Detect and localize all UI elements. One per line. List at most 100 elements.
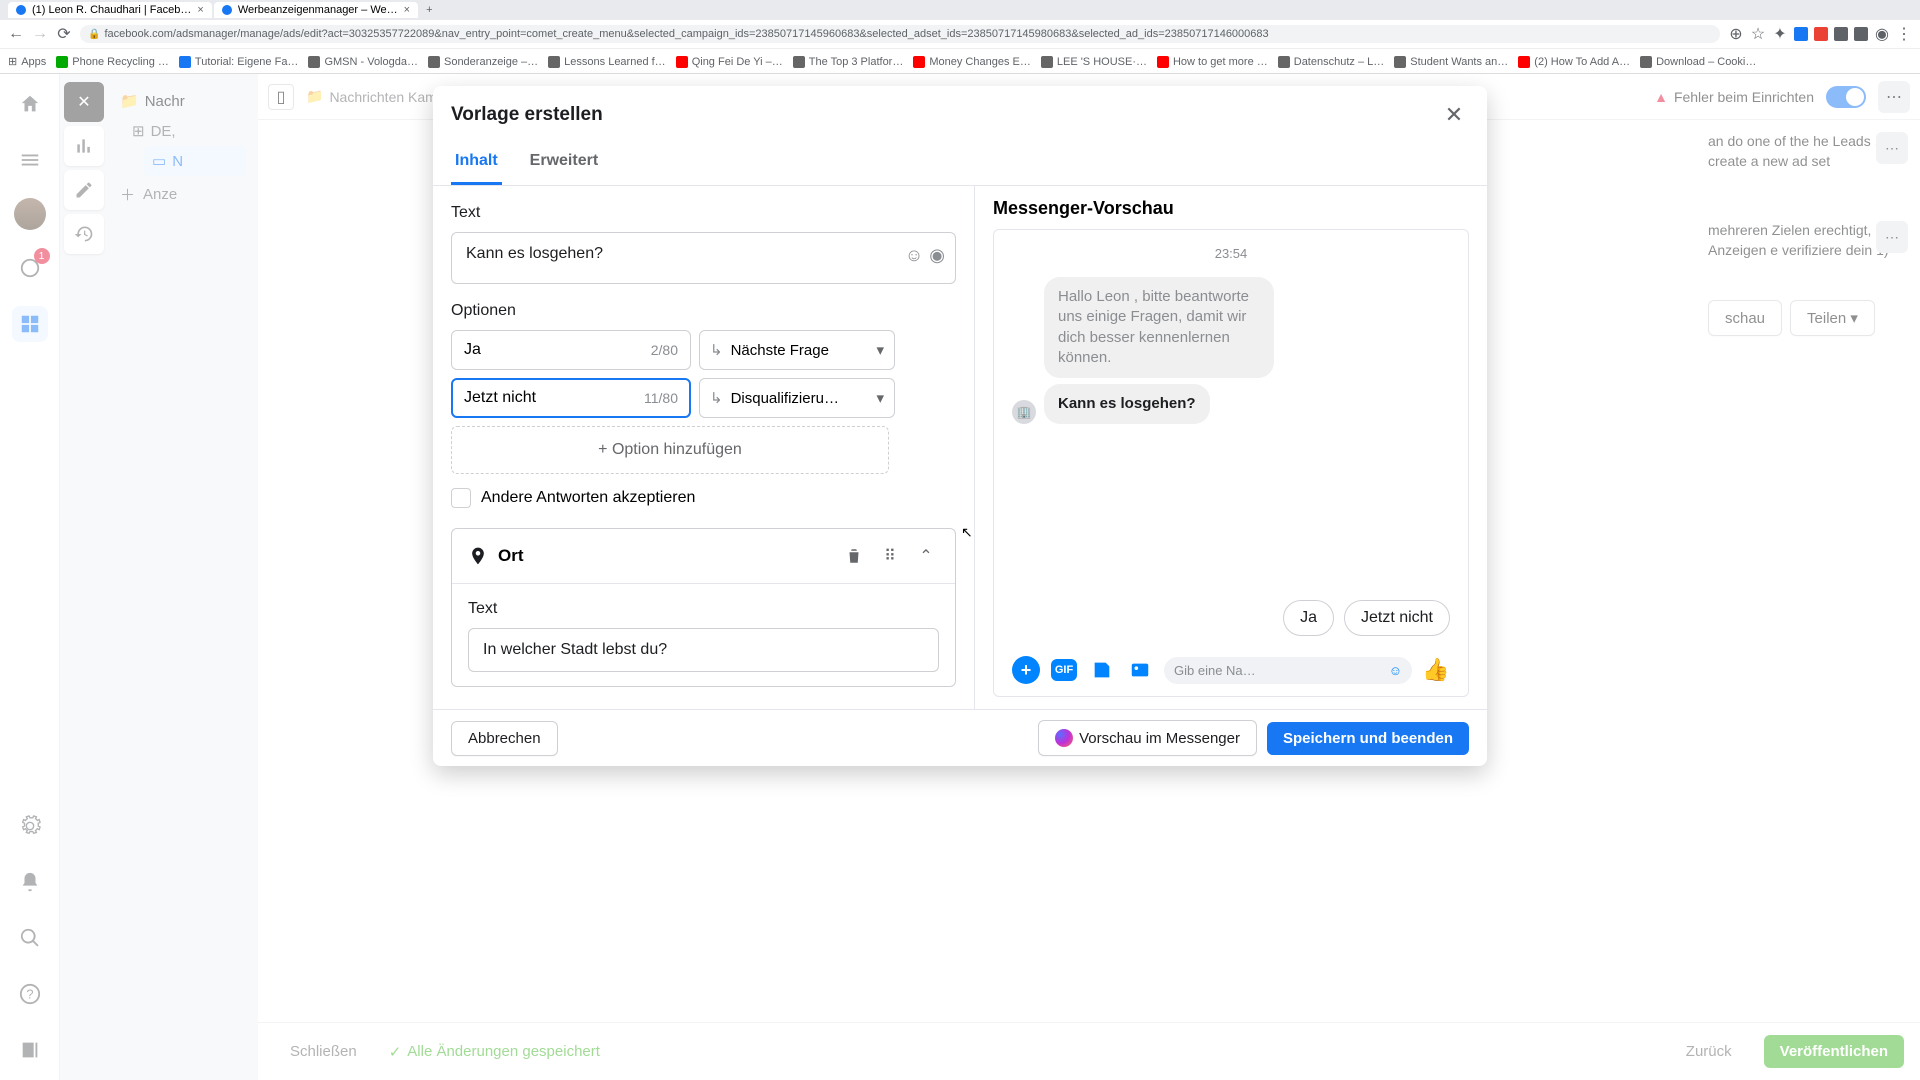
bookmark-item[interactable]: GMSN - Vologda… [308,56,418,68]
chevron-up-icon[interactable]: ⌃ [913,543,939,569]
chevron-down-icon: ▾ [876,389,884,407]
bookmark-item[interactable]: Sonderanzeige –… [428,56,538,68]
new-tab-button[interactable]: + [420,4,438,16]
bookmark-item[interactable]: The Top 3 Platfor… [793,56,904,68]
messenger-icon [1055,729,1073,747]
bookmark-item[interactable]: Phone Recycling … [56,56,169,68]
section-header: Ort ⠿ ⌃ [452,529,955,584]
quick-reply-button[interactable]: Ja [1283,600,1334,636]
input-value: In welcher Stadt lebst du? [483,641,667,658]
star-icon[interactable]: ☆ [1750,26,1766,42]
personalize-icon[interactable]: ◉ [929,245,945,266]
tab-title: (1) Leon R. Chaudhari | Faceb… [32,4,191,16]
menu-icon[interactable]: ⋮ [1896,26,1912,42]
tab-bar: (1) Leon R. Chaudhari | Faceb… × Werbean… [0,0,1920,20]
location-icon [468,546,488,566]
input-value: Ja [464,341,481,359]
save-button[interactable]: Speichern und beenden [1267,722,1469,755]
bookmark-item[interactable]: Money Changes E… [913,56,1031,68]
favicon-icon [16,5,26,15]
browser-tab[interactable]: Werbeanzeigenmanager – We… × [214,2,418,18]
chevron-down-icon: ▾ [876,341,884,359]
url-text: facebook.com/adsmanager/manage/ads/edit?… [104,28,1268,40]
option-action-select[interactable]: ↳ Nächste Frage ▾ [699,330,895,370]
option-row: Ja 2/80 ↳ Nächste Frage ▾ [451,330,956,370]
accept-other-row: Andere Antworten akzeptieren [451,488,956,508]
message-bubble: Hallo Leon , bitte beantworte uns einige… [1044,277,1274,378]
ext-icon[interactable] [1854,27,1868,41]
ext-icon[interactable] [1814,27,1828,41]
quick-reply-button[interactable]: Jetzt nicht [1344,600,1450,636]
reload-icon[interactable]: ⟳ [56,26,72,42]
extension-icons: ⊕ ☆ ✦ ◉ ⋮ [1728,26,1912,42]
modal-footer: Abbrechen Vorschau im Messenger Speicher… [433,709,1487,766]
apps-button[interactable]: ⊞Apps [8,55,46,68]
checkbox[interactable] [451,488,471,508]
gif-icon[interactable]: GIF [1050,656,1078,684]
field-label: Text [451,204,956,222]
sticker-icon[interactable] [1088,656,1116,684]
input-value: Jetzt nicht [464,389,536,407]
image-icon[interactable] [1126,656,1154,684]
thumb-icon[interactable]: 👍 [1422,656,1450,684]
question-text-input[interactable]: In welcher Stadt lebst du? [468,628,939,672]
field-label: Optionen [451,302,956,320]
bookmark-item[interactable]: Qing Fei De Yi –… [676,56,783,68]
option-text-input[interactable]: Jetzt nicht 11/80 [451,378,691,418]
preview-side: Messenger-Vorschau 23:54 Hallo Leon , bi… [975,186,1487,709]
quick-replies: Ja Jetzt nicht [1283,600,1450,636]
message-bubble: Kann es losgehen? [1044,384,1210,424]
bookmark-item[interactable]: How to get more … [1157,56,1268,68]
bookmark-item[interactable]: LEE 'S HOUSE·… [1041,56,1147,68]
modal-header: Vorlage erstellen ✕ [433,86,1487,144]
profile-icon[interactable]: ◉ [1874,26,1890,42]
bookmark-item[interactable]: Download – Cooki… [1640,56,1756,68]
browser-chrome: (1) Leon R. Chaudhari | Faceb… × Werbean… [0,0,1920,74]
close-icon[interactable]: × [197,4,203,16]
emoji-icon[interactable]: ☺ [905,245,923,266]
bookmark-item[interactable]: Tutorial: Eigene Fa… [179,56,299,68]
option-action-select[interactable]: ↳ Disqualifizieru… ▾ [699,378,895,418]
tab-advanced[interactable]: Erweitert [526,144,602,185]
bookmark-item[interactable]: (2) How To Add A… [1518,56,1630,68]
compose-input[interactable]: Gib eine Na… ☺ [1164,657,1412,684]
url-bar[interactable]: 🔒 facebook.com/adsmanager/manage/ads/edi… [80,25,1720,43]
reply-icon: ↳ [710,341,723,359]
plus-icon[interactable]: + [1012,656,1040,684]
avatar-icon: 🏢 [1012,400,1036,424]
question-text-input[interactable]: Kann es losgehen? ☺ ◉ [451,232,956,284]
tab-title: Werbeanzeigenmanager – We… [238,4,398,16]
lock-icon: 🔒 [88,29,100,40]
char-counter: 2/80 [651,342,678,358]
message-row: Hallo Leon , bitte beantworte uns einige… [1012,277,1450,378]
input-value: Kann es losgehen? [466,245,603,262]
forward-icon[interactable]: → [32,26,48,42]
add-option-button[interactable]: + Option hinzufügen [451,426,889,474]
section-title: Ort [498,546,831,566]
emoji-icon[interactable]: ☺ [1389,663,1402,678]
char-counter: 11/80 [644,390,678,406]
drag-icon[interactable]: ⠿ [877,543,903,569]
ext-icon[interactable] [1794,27,1808,41]
preview-messenger-button[interactable]: Vorschau im Messenger [1038,720,1257,756]
reply-icon: ↳ [710,389,723,407]
cancel-button[interactable]: Abbrechen [451,721,558,756]
bookmark-item[interactable]: Lessons Learned f… [548,56,666,68]
option-text-input[interactable]: Ja 2/80 [451,330,691,370]
form-side: Text Kann es losgehen? ☺ ◉ Optionen Ja 2… [433,186,975,709]
close-icon[interactable]: ✕ [1439,100,1469,130]
browser-tab[interactable]: (1) Leon R. Chaudhari | Faceb… × [8,2,212,18]
field-label: Text [468,600,939,618]
tab-content[interactable]: Inhalt [451,144,502,185]
zoom-icon[interactable]: ⊕ [1728,26,1744,42]
modal-body: Text Kann es losgehen? ☺ ◉ Optionen Ja 2… [433,186,1487,709]
trash-icon[interactable] [841,543,867,569]
back-icon[interactable]: ← [8,26,24,42]
question-section: Ort ⠿ ⌃ Text In welcher Stadt lebst du? [451,528,956,687]
option-row: Jetzt nicht 11/80 ↳ Disqualifizieru… ▾ [451,378,956,418]
puzzle-icon[interactable]: ✦ [1772,26,1788,42]
bookmark-item[interactable]: Datenschutz – L… [1278,56,1385,68]
close-icon[interactable]: × [404,4,410,16]
ext-icon[interactable] [1834,27,1848,41]
bookmark-item[interactable]: Student Wants an… [1394,56,1508,68]
